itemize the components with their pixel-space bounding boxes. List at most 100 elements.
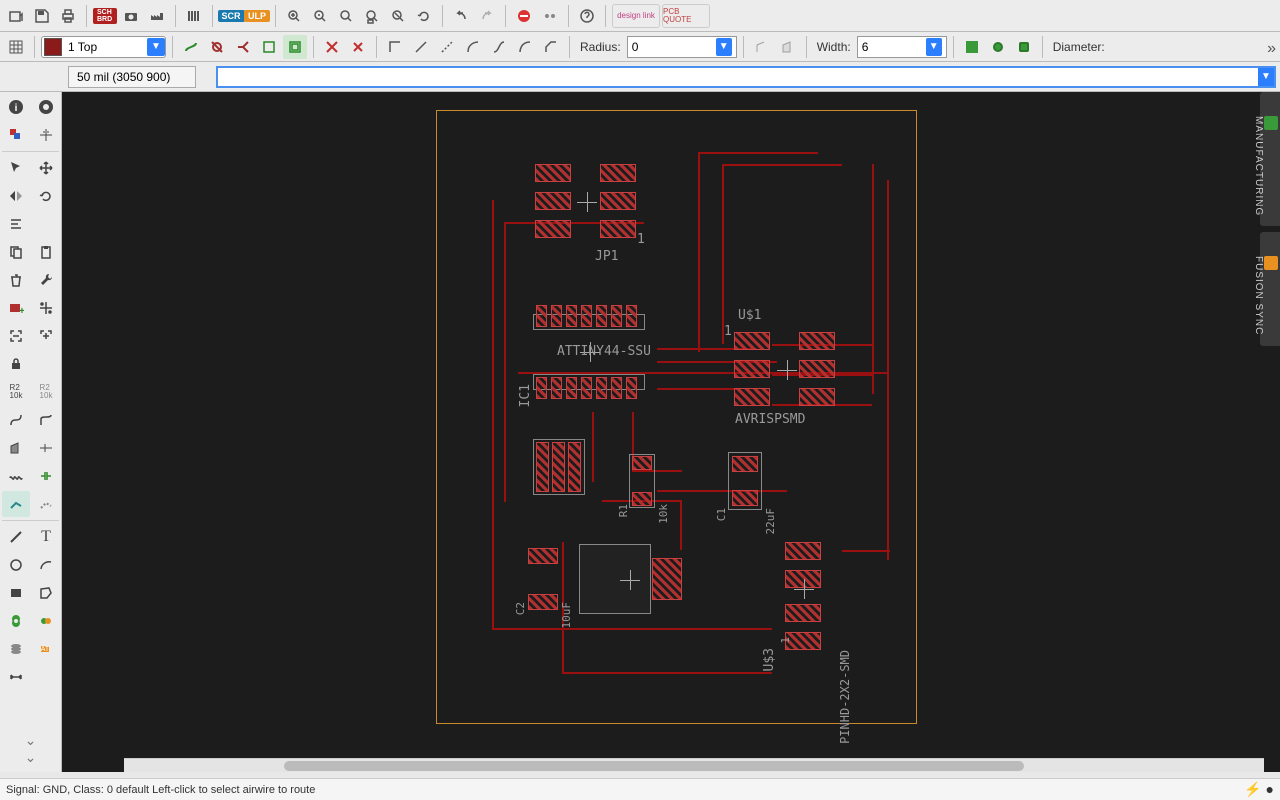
c1-label: C1 bbox=[715, 508, 728, 521]
name-icon[interactable]: R210k bbox=[2, 379, 30, 405]
zoom-refresh-icon[interactable] bbox=[412, 4, 436, 28]
open-icon[interactable] bbox=[4, 4, 28, 28]
signal-icon[interactable] bbox=[2, 636, 30, 662]
attribute-icon[interactable]: AT bbox=[32, 636, 60, 662]
miter-icon[interactable] bbox=[750, 35, 774, 59]
align-icon[interactable] bbox=[2, 211, 30, 237]
polygon-icon[interactable] bbox=[32, 580, 60, 606]
bend1-icon[interactable] bbox=[409, 35, 433, 59]
via-round-icon[interactable] bbox=[986, 35, 1010, 59]
library-icon[interactable] bbox=[182, 4, 206, 28]
width-input[interactable]: 6▼ bbox=[857, 36, 947, 58]
bend3-icon[interactable] bbox=[461, 35, 485, 59]
bend0-icon[interactable] bbox=[383, 35, 407, 59]
bend2-icon[interactable] bbox=[435, 35, 459, 59]
c2-value: 10uF bbox=[560, 602, 573, 629]
optimize-icon[interactable] bbox=[32, 435, 60, 461]
route-push-icon[interactable] bbox=[231, 35, 255, 59]
print-icon[interactable] bbox=[56, 4, 80, 28]
route-walk-icon[interactable] bbox=[205, 35, 229, 59]
paste-icon[interactable] bbox=[32, 239, 60, 265]
undo-icon[interactable] bbox=[449, 4, 473, 28]
route-tool-icon[interactable] bbox=[2, 491, 30, 517]
grid-icon[interactable] bbox=[4, 35, 28, 59]
design-link-button[interactable]: design link bbox=[612, 4, 660, 28]
mark-icon[interactable] bbox=[32, 122, 60, 148]
bend4-icon[interactable] bbox=[487, 35, 511, 59]
zoom-fit-icon[interactable] bbox=[282, 4, 306, 28]
ungroup-icon[interactable] bbox=[32, 323, 60, 349]
split-icon[interactable] bbox=[2, 407, 30, 433]
lock-icon[interactable] bbox=[2, 351, 30, 377]
wrench-icon[interactable] bbox=[32, 267, 60, 293]
rotate-icon[interactable] bbox=[32, 183, 60, 209]
via-square-icon[interactable] bbox=[960, 35, 984, 59]
loop-keep-icon[interactable] bbox=[283, 35, 307, 59]
bend6-icon[interactable] bbox=[539, 35, 563, 59]
ripup-x-icon[interactable] bbox=[346, 35, 370, 59]
zoom-sel-icon[interactable] bbox=[360, 4, 384, 28]
zoom-redraw-icon[interactable] bbox=[386, 4, 410, 28]
cam-icon[interactable] bbox=[119, 4, 143, 28]
layer-selector[interactable]: 1 Top ▼ bbox=[41, 36, 166, 58]
copy-icon[interactable] bbox=[2, 239, 30, 265]
ripup-tool-icon[interactable] bbox=[32, 491, 60, 517]
group-icon[interactable] bbox=[2, 323, 30, 349]
ulp-icon[interactable]: ULP bbox=[245, 4, 269, 28]
loop-remove-icon[interactable] bbox=[257, 35, 281, 59]
sch-brd-switch-icon[interactable]: SCH BRD bbox=[93, 4, 117, 28]
miter2-icon[interactable] bbox=[776, 35, 800, 59]
command-input-wrapper: ▼ bbox=[216, 66, 1276, 88]
horizontal-scrollbar[interactable] bbox=[124, 758, 1264, 772]
select-icon[interactable] bbox=[2, 155, 30, 181]
status-bar: Signal: GND, Class: 0 default Left-click… bbox=[0, 778, 1280, 800]
pcb-canvas[interactable]: JP1 1 IC1 ATTINY44-SSU bbox=[62, 92, 1280, 772]
slice-icon[interactable] bbox=[2, 435, 30, 461]
miter-tool-icon[interactable] bbox=[32, 407, 60, 433]
manufacture-icon[interactable] bbox=[145, 4, 169, 28]
bend5-icon[interactable] bbox=[513, 35, 537, 59]
radius-input[interactable]: 0▼ bbox=[627, 36, 737, 58]
meander-icon[interactable] bbox=[2, 463, 30, 489]
dimension-icon[interactable] bbox=[2, 664, 30, 690]
stop-icon[interactable] bbox=[512, 4, 536, 28]
scr-icon[interactable]: SCR bbox=[219, 4, 243, 28]
line-icon[interactable] bbox=[2, 524, 30, 550]
text-icon[interactable]: T bbox=[32, 524, 60, 550]
delete-icon[interactable] bbox=[2, 267, 30, 293]
zoom-in-icon[interactable] bbox=[308, 4, 332, 28]
chevron-down-icon[interactable]: ▼ bbox=[1258, 68, 1274, 86]
save-icon[interactable] bbox=[30, 4, 54, 28]
layer-name: 1 Top bbox=[64, 40, 147, 54]
command-input[interactable] bbox=[218, 68, 1258, 86]
rect-icon[interactable] bbox=[2, 580, 30, 606]
ripup-cross-icon[interactable] bbox=[320, 35, 344, 59]
fusion-sync-tab[interactable]: FUSION SYNC bbox=[1260, 232, 1280, 345]
expand-tools-icon[interactable]: ⌄⌄ bbox=[2, 728, 59, 770]
via-oct-icon[interactable] bbox=[1012, 35, 1036, 59]
add-part-icon[interactable]: + bbox=[2, 295, 30, 321]
info-icon[interactable]: i bbox=[2, 94, 30, 120]
layers-icon[interactable] bbox=[2, 122, 30, 148]
go-icon[interactable] bbox=[538, 4, 562, 28]
manufacturing-tab[interactable]: MANUFACTURING bbox=[1260, 92, 1280, 226]
pcb-quote-button[interactable]: PCB QUOTE bbox=[662, 4, 710, 28]
help-icon[interactable] bbox=[575, 4, 599, 28]
route-icon[interactable] bbox=[179, 35, 203, 59]
r1-label: R1 bbox=[617, 504, 630, 517]
value-icon[interactable]: R210k bbox=[32, 379, 60, 405]
via-icon[interactable] bbox=[2, 608, 30, 634]
overflow-icon[interactable]: » bbox=[1267, 40, 1276, 58]
redo-icon[interactable] bbox=[475, 4, 499, 28]
main-toolbar: SCH BRD SCR ULP design link PCB QUOTE bbox=[0, 0, 1280, 32]
show-icon[interactable] bbox=[32, 94, 60, 120]
circle-icon[interactable] bbox=[2, 552, 30, 578]
move-icon[interactable] bbox=[32, 155, 60, 181]
zoom-out-icon[interactable] bbox=[334, 4, 358, 28]
hole-icon[interactable] bbox=[32, 608, 60, 634]
arc-icon[interactable] bbox=[32, 552, 60, 578]
replace-icon[interactable] bbox=[32, 295, 60, 321]
net-icon[interactable] bbox=[32, 463, 60, 489]
mirror-icon[interactable] bbox=[2, 183, 30, 209]
us1-part-label: AVRISPSMD bbox=[735, 412, 805, 427]
